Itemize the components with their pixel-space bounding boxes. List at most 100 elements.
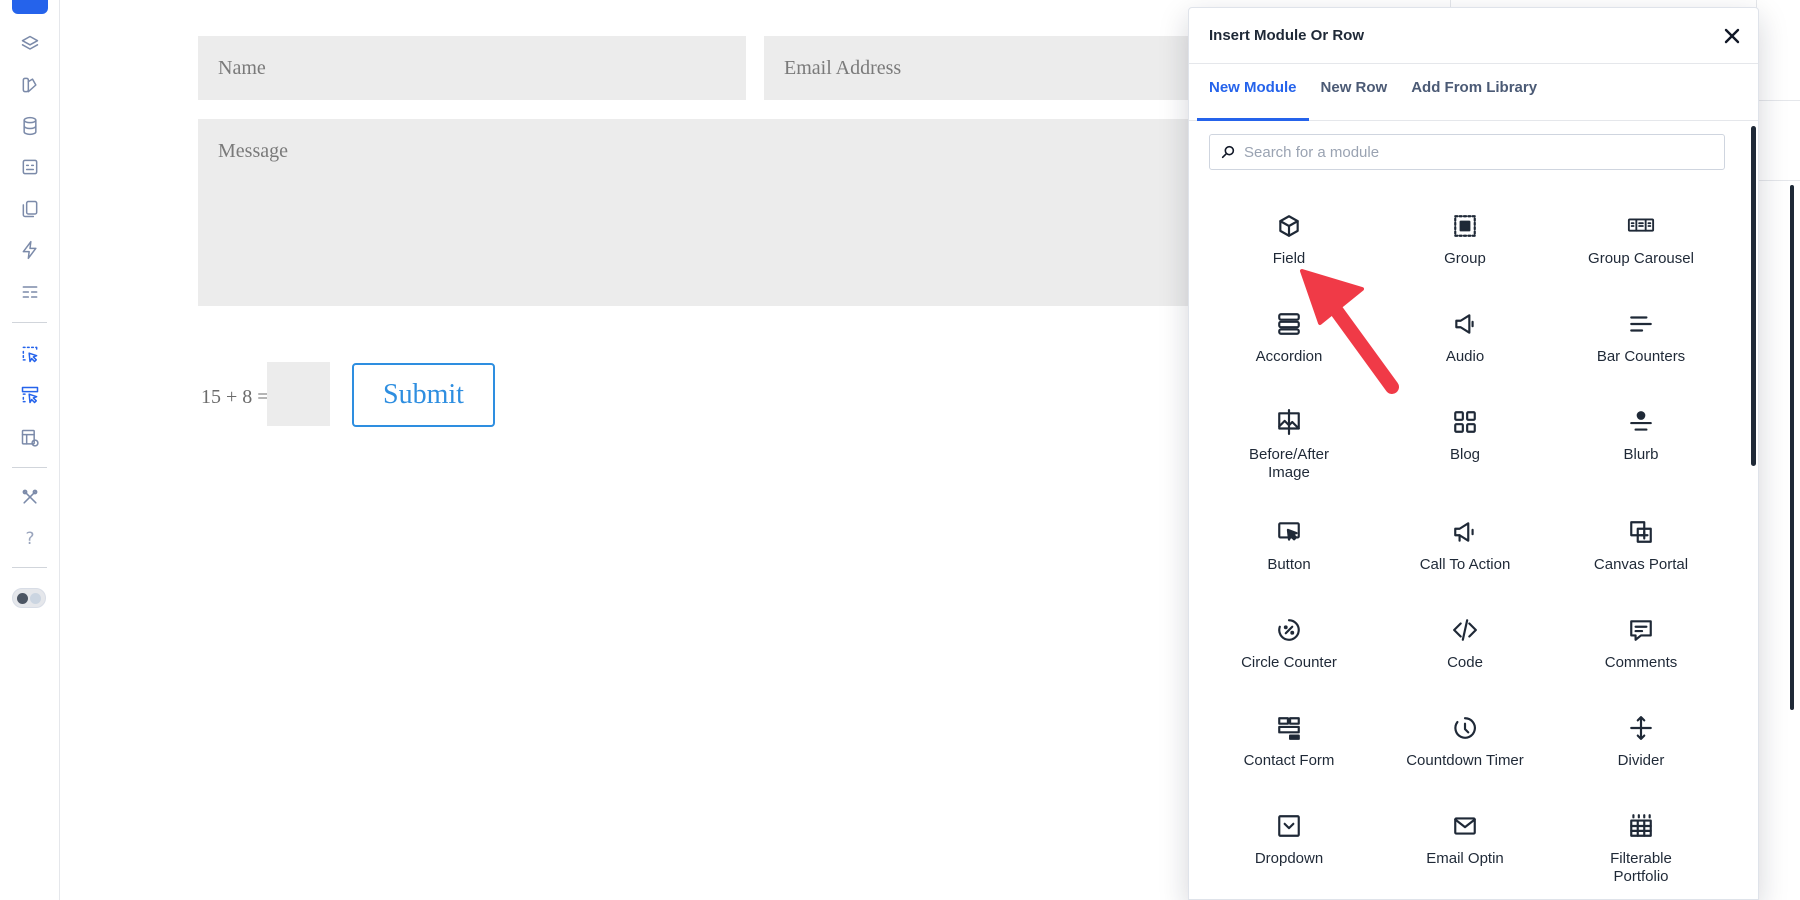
bars-icon [1627,310,1655,338]
module-label: Before/After Image [1248,446,1330,481]
portfolio-icon [1627,812,1655,840]
insert-module-icon[interactable] [18,342,42,366]
module-field[interactable]: Field [1201,204,1377,302]
module-canvas-portal[interactable]: Canvas Portal [1553,510,1729,608]
search-icon [1221,145,1235,159]
module-before-after-image[interactable]: Before/After Image [1201,400,1377,510]
theme-toggle[interactable] [12,588,46,608]
module-email-optin[interactable]: Email Optin [1377,804,1553,899]
module-label: Call To Action [1419,556,1511,573]
module-label: Group Carousel [1588,250,1694,267]
module-label: Filterable Portfolio [1610,850,1672,885]
module-label: Audio [1445,348,1485,365]
module-accordion[interactable]: Accordion [1201,302,1377,400]
circle-counter-icon [1275,616,1303,644]
module-grid: Field Group Group Carousel Accordion Aud… [1201,204,1729,899]
accordion-icon [1275,310,1303,338]
contact-form-icon [1275,714,1303,742]
captcha-label: 15 + 8 = [201,386,269,408]
toggle-dot-light [30,593,41,604]
layout-icon[interactable] [18,280,42,304]
dialog-header: Insert Module Or Row [1189,8,1758,64]
module-label: Field [1272,250,1306,267]
name-field[interactable]: Name [198,36,746,100]
module-comments[interactable]: Comments [1553,608,1729,706]
database-icon[interactable] [18,114,42,138]
module-dropdown[interactable]: Dropdown [1201,804,1377,899]
toggle-dot-dark [17,593,28,604]
blurb-icon [1627,408,1655,436]
tab-new-module[interactable]: New Module [1197,64,1309,121]
module-label: Countdown Timer [1406,752,1524,769]
panel-divider [1756,100,1800,101]
lightning-icon[interactable] [18,238,42,262]
before-after-icon [1275,408,1303,436]
help-icon[interactable]: ? [18,527,42,551]
module-label: Accordion [1255,348,1323,365]
insert-row-icon[interactable] [18,383,42,407]
module-label: Canvas Portal [1593,556,1689,573]
module-label: Contact Form [1243,752,1335,769]
dropdown-icon [1275,812,1303,840]
form-icon[interactable] [18,155,42,179]
captcha-input[interactable] [267,362,330,426]
module-search[interactable] [1209,134,1725,170]
megaphone-icon [1451,518,1479,546]
module-audio[interactable]: Audio [1377,302,1553,400]
button-icon [1275,518,1303,546]
theme-icon[interactable] [18,73,42,97]
divider-icon [1627,714,1655,742]
module-label: Button [1267,556,1311,573]
insert-module-dialog: Insert Module Or Row New Module New Row … [1188,7,1759,900]
sidebar-divider [12,567,47,568]
module-label: Code [1447,654,1483,671]
module-circle-counter[interactable]: Circle Counter [1201,608,1377,706]
module-countdown-timer[interactable]: Countdown Timer [1377,706,1553,804]
search-input[interactable] [1244,143,1704,161]
module-label: Bar Counters [1596,348,1686,365]
timer-icon [1451,714,1479,742]
email-icon [1451,812,1479,840]
tab-new-row[interactable]: New Row [1309,64,1400,121]
module-label: Group [1444,250,1486,267]
module-label: Blurb [1623,446,1659,463]
portal-icon [1627,518,1655,546]
module-label: Comments [1604,654,1678,671]
module-code[interactable]: Code [1377,608,1553,706]
code-icon [1451,616,1479,644]
carousel-icon [1627,212,1655,240]
module-group[interactable]: Group [1377,204,1553,302]
dialog-scrollbar[interactable] [1751,126,1756,466]
blog-icon [1451,408,1479,436]
sidebar-divider [12,467,47,468]
panel-scrollbar[interactable] [1790,185,1794,710]
group-icon [1451,212,1479,240]
module-bar-counters[interactable]: Bar Counters [1553,302,1729,400]
module-blog[interactable]: Blog [1377,400,1553,510]
builder-sidebar: ? [0,0,60,900]
pages-icon[interactable] [18,197,42,221]
add-button[interactable] [12,0,48,14]
module-label: Circle Counter [1241,654,1337,671]
module-label: Dropdown [1254,850,1324,867]
module-blurb[interactable]: Blurb [1553,400,1729,510]
speaker-icon [1451,310,1479,338]
module-button[interactable]: Button [1201,510,1377,608]
tools-icon[interactable] [18,485,42,509]
cube-icon [1275,212,1303,240]
preview-icon[interactable] [18,426,42,450]
comments-icon [1627,616,1655,644]
module-contact-form[interactable]: Contact Form [1201,706,1377,804]
tab-add-from-library[interactable]: Add From Library [1399,64,1549,121]
module-label: Email Optin [1426,850,1504,867]
layers-icon[interactable] [18,32,42,56]
close-icon[interactable] [1720,24,1744,48]
module-call-to-action[interactable]: Call To Action [1377,510,1553,608]
module-group-carousel[interactable]: Group Carousel [1553,204,1729,302]
module-divider[interactable]: Divider [1553,706,1729,804]
sidebar-divider [12,322,47,323]
message-field[interactable]: Message [198,119,1304,306]
submit-button[interactable]: Submit [352,363,495,427]
module-label: Divider [1617,752,1665,769]
module-filterable-portfolio[interactable]: Filterable Portfolio [1553,804,1729,899]
